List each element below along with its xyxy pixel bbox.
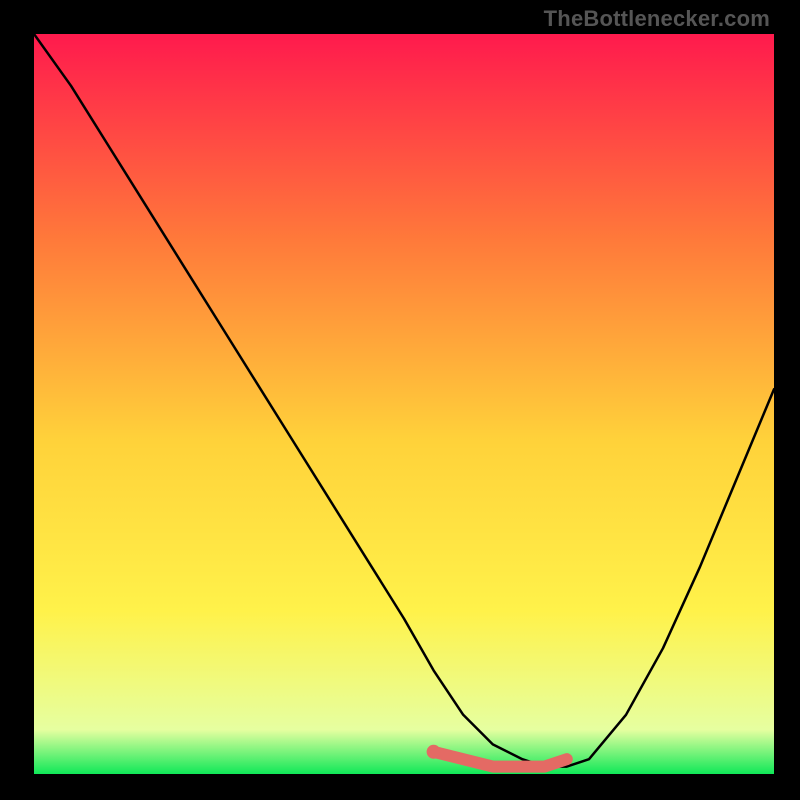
optimal-start-dot	[427, 745, 441, 759]
gradient-background	[34, 34, 774, 774]
bottleneck-chart	[34, 34, 774, 774]
chart-frame: TheBottlenecker.com	[0, 0, 800, 800]
plot-area	[34, 34, 774, 774]
watermark-text: TheBottlenecker.com	[544, 6, 770, 32]
